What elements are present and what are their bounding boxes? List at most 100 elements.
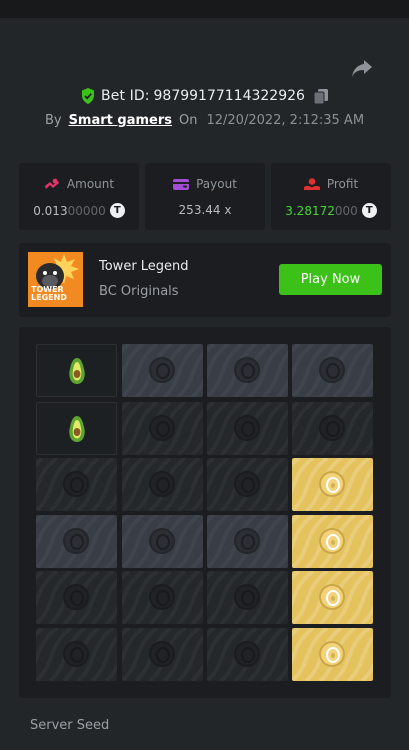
coin-ring [326,534,340,550]
coin-icon [234,471,260,497]
coin-icon [149,584,175,610]
bet-id-row: Bet ID: 98799177114322926 [0,86,409,106]
tile-dark[interactable] [122,458,203,511]
tile-grey[interactable] [207,515,288,568]
coin-ring [156,647,170,663]
tile-dark[interactable] [122,628,203,681]
tile-dark[interactable] [207,628,288,681]
byline: By Smart gamers On 12/20/2022, 2:12:35 A… [0,110,409,130]
by-label: By [44,112,62,128]
game-thumbnail[interactable]: TOWER LEGEND [28,252,83,307]
coin-icon [319,584,345,610]
game-provider: BC Originals [99,284,179,299]
avocado-icon [69,416,85,442]
coin-ring [156,421,170,437]
game-title[interactable]: Tower Legend [99,259,189,274]
coin-ring [241,534,255,550]
coin-icon [234,641,260,667]
coin-ring [241,363,255,379]
tile-dark[interactable] [122,571,203,624]
tile-grey[interactable] [122,344,203,397]
coin-ring [70,477,84,493]
share-icon[interactable] [350,57,374,79]
coin-icon [234,415,260,441]
profit-label: Profit [326,177,359,191]
coin-icon [234,357,260,383]
bet-id-label: Bet ID: [101,88,150,104]
avocado-icon [69,358,85,384]
game-card: TOWER LEGEND Tower Legend BC Originals P… [19,243,391,317]
coin-ring [326,647,340,663]
tile-grey[interactable] [292,344,373,397]
coin-icon [234,584,260,610]
profit-icon [303,177,320,190]
coin-icon [63,641,89,667]
tile-gold[interactable] [292,571,373,624]
coin-icon [63,471,89,497]
username-link[interactable]: Smart gamers [69,113,172,128]
coin-ring [156,477,170,493]
coin-icon [149,471,175,497]
coin-ring [241,477,255,493]
on-label: On [179,112,198,128]
tile-dark[interactable] [207,571,288,624]
coin-icon [319,471,345,497]
coin-icon [234,528,260,554]
coin-ring [241,647,255,663]
coin-icon [149,415,175,441]
play-now-button[interactable]: Play Now [279,264,382,295]
thumbnail-text-line2: LEGEND [31,293,67,302]
amount-icon [44,178,59,189]
tile-dark[interactable] [292,402,373,455]
status-bar [0,0,409,18]
coin-icon [63,584,89,610]
copy-icon[interactable] [313,88,328,104]
tile-dark[interactable] [36,458,117,511]
amount-value-trailing: 00000 [67,203,106,218]
profit-card: Profit 3.28172000 T [271,163,391,230]
coin-icon [149,528,175,554]
tile-avocado[interactable] [36,344,117,397]
game-board [19,327,391,698]
profit-value-trailing: 000 [334,203,358,218]
thumbnail-text: TOWER LEGEND [31,286,67,302]
bet-date: 12/20/2022, 2:12:35 AM [206,112,365,128]
profit-value: 3.28172 [285,203,335,218]
coin-icon [149,357,175,383]
tile-grey[interactable] [122,515,203,568]
coin-ring [241,421,255,437]
coin-icon [149,641,175,667]
amount-value: 0.013 [33,203,68,218]
usdt-token-icon: T [109,203,125,218]
coin-ring [326,590,340,606]
tile-dark[interactable] [122,402,203,455]
tile-grey[interactable] [36,515,117,568]
coin-ring [326,421,340,437]
tile-dark[interactable] [207,458,288,511]
wallet-icon [173,178,190,190]
coin-ring [241,590,255,606]
coin-icon [63,528,89,554]
tile-grey[interactable] [207,344,288,397]
coin-icon [319,641,345,667]
bet-id-value: 98799177114322926 [153,88,305,104]
tile-gold[interactable] [292,515,373,568]
server-seed-label: Server Seed [30,718,110,733]
coin-ring [70,534,84,550]
coin-ring [326,477,340,493]
tile-avocado[interactable] [36,402,117,455]
tile-dark[interactable] [36,571,117,624]
tile-gold[interactable] [292,458,373,511]
tile-dark[interactable] [36,628,117,681]
amount-label: Amount [66,177,115,191]
coin-ring [156,590,170,606]
coin-icon [319,357,345,383]
amount-card: Amount 0.01300000 T [19,163,139,230]
coin-icon [319,415,345,441]
tile-gold[interactable] [292,628,373,681]
coin-ring [156,534,170,550]
tile-dark[interactable] [207,402,288,455]
coin-icon [319,528,345,554]
coin-ring [70,590,84,606]
coin-ring [156,363,170,379]
